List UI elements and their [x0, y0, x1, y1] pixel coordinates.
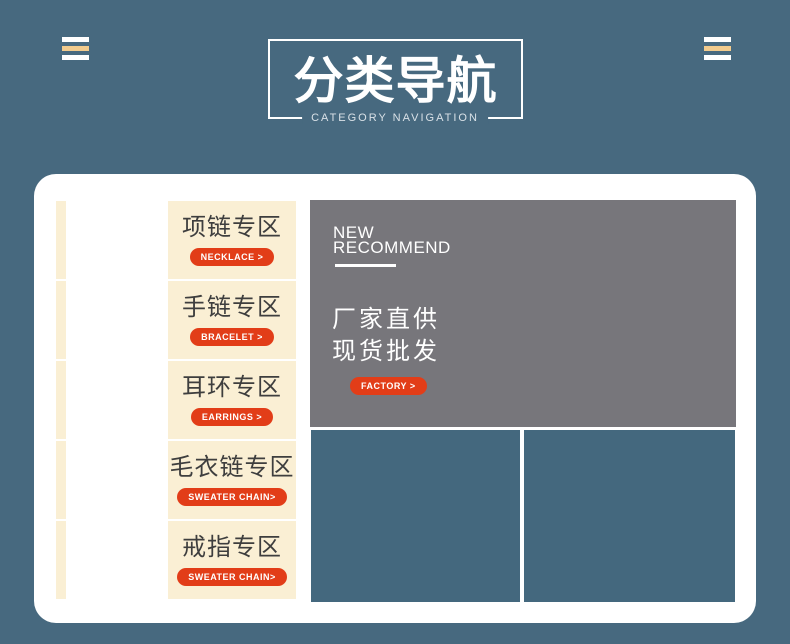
page-subtitle: CATEGORY NAVIGATION: [302, 112, 488, 124]
promo-underline: [335, 264, 396, 267]
category-title: 项链专区: [182, 213, 282, 241]
promo-image-placeholder-left[interactable]: [311, 430, 520, 602]
category-strip: [56, 441, 66, 519]
menu-bar: [62, 46, 89, 51]
promo-slogan: 厂家直供 现货批发: [332, 304, 440, 368]
menu-bar: [62, 55, 89, 60]
promo-heading-line2: RECOMMEND: [333, 238, 451, 257]
category-card-necklace[interactable]: 项链专区 NECKLACE >: [168, 201, 296, 279]
category-card-sweater-chain[interactable]: 毛衣链专区 SWEATER CHAIN>: [168, 441, 296, 519]
menu-bar: [62, 37, 89, 42]
new-recommend-banner[interactable]: NEW RECOMMEND 厂家直供 现货批发 FACTORY >: [310, 200, 736, 427]
menu-bar: [704, 37, 731, 42]
category-title: 毛衣链专区: [169, 453, 295, 481]
category-strip: [56, 281, 66, 359]
promo-heading: NEW RECOMMEND: [333, 224, 451, 257]
category-strip: [56, 521, 66, 599]
factory-button[interactable]: FACTORY >: [350, 377, 427, 395]
menu-bar: [704, 55, 731, 60]
category-button[interactable]: BRACELET >: [190, 327, 274, 346]
category-button[interactable]: SWEATER CHAIN>: [177, 487, 287, 506]
content-card: 项链专区 NECKLACE > 手链专区 BRACELET > 耳环专区 EAR…: [34, 174, 756, 623]
hamburger-menu-icon[interactable]: [62, 37, 89, 60]
page-title: 分类导航: [293, 53, 498, 109]
category-card-bracelet[interactable]: 手链专区 BRACELET >: [168, 281, 296, 359]
category-strip: [56, 361, 66, 439]
category-title: 耳环专区: [182, 373, 282, 401]
promo-slogan-line1: 厂家直供: [332, 306, 440, 333]
category-button[interactable]: NECKLACE >: [189, 247, 275, 266]
hamburger-menu-icon[interactable]: [704, 37, 731, 60]
category-card-earrings[interactable]: 耳环专区 EARRINGS >: [168, 361, 296, 439]
category-strip: [56, 201, 66, 279]
page-title-box: 分类导航: [268, 39, 523, 119]
promo-slogan-line2: 现货批发: [332, 338, 440, 365]
category-title: 戒指专区: [182, 533, 282, 561]
menu-bar: [704, 46, 731, 51]
category-title: 手链专区: [182, 293, 282, 321]
promo-image-placeholder-right[interactable]: [524, 430, 735, 602]
category-button[interactable]: EARRINGS >: [190, 407, 274, 426]
category-button[interactable]: SWEATER CHAIN>: [177, 567, 287, 586]
category-card-ring[interactable]: 戒指专区 SWEATER CHAIN>: [168, 521, 296, 599]
